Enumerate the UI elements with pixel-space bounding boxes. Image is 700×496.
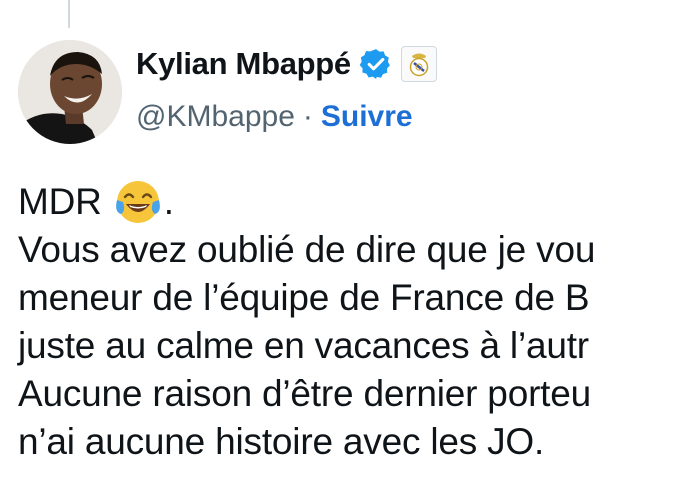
tweet-line-3: meneur de l’équipe de France de B (18, 277, 590, 318)
handle-separator: · (302, 100, 313, 133)
verified-badge-icon (359, 49, 390, 79)
face-with-tears-of-joy-icon (115, 181, 160, 223)
tweet-first-word: MDR (18, 181, 102, 222)
author-name-row: Kylian Mbappé (136, 46, 437, 82)
avatar[interactable] (18, 40, 122, 144)
tweet-line-1: MDR . (18, 178, 595, 226)
follow-button[interactable]: Suivre (321, 100, 413, 134)
author-display-name[interactable]: Kylian Mbappé (136, 46, 351, 82)
tweet-line-2: Vous avez oublié de dire que je vou (18, 229, 596, 270)
author-handle-row: @KMbappe · Suivre (136, 100, 413, 134)
tweet-first-suffix: . (163, 181, 174, 222)
quoted-thread-line (68, 0, 700, 28)
tweet-line-6: n’ai aucune histoire avec les JO. (18, 421, 545, 462)
tweet-line-5: Aucune raison d’être dernier porteu (18, 373, 592, 414)
author-handle[interactable]: @KMbappe (136, 100, 295, 134)
avatar-image (18, 40, 122, 144)
club-crest-icon (400, 46, 437, 82)
tweet-line-4: juste au calme en vacances à l’autr (18, 325, 589, 366)
tweet-card: Kylian Mbappé @KMbappe · Suivre MDR . Vo… (0, 0, 700, 496)
tweet-text: MDR . Vous avez oublié de dire que je vo… (18, 178, 595, 466)
